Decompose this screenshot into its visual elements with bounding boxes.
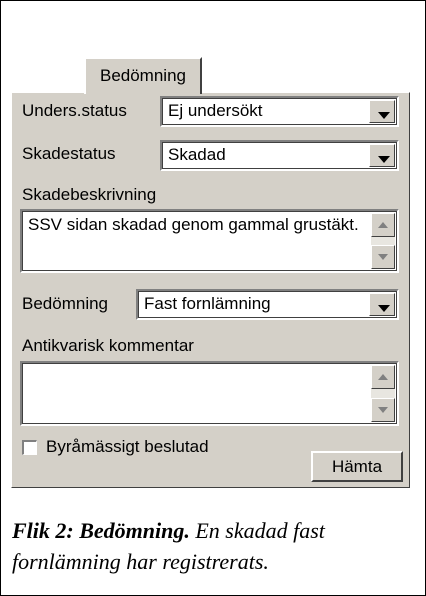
chevron-down-icon[interactable] bbox=[369, 144, 395, 167]
caption-title: Flik 2: Bedömning. bbox=[12, 518, 190, 543]
skadestatus-label: Skadestatus bbox=[22, 144, 116, 163]
scrollbar[interactable] bbox=[371, 213, 395, 269]
skadebeskrivning-label: Skadebeskrivning bbox=[22, 185, 157, 204]
unders-status-select[interactable]: Ej undersökt bbox=[160, 96, 399, 127]
unders-status-value: Ej undersökt bbox=[168, 101, 263, 120]
skadebeskrivning-text: SSV sidan skadad genom gammal grustäkt. bbox=[28, 215, 359, 234]
byramassigt-beslutad-checkbox[interactable] bbox=[22, 440, 37, 455]
skadestatus-select[interactable]: Skadad bbox=[160, 140, 399, 171]
figure-caption: Flik 2: Bedömning. En skadad fast fornlä… bbox=[12, 515, 422, 577]
scroll-up-icon[interactable] bbox=[371, 213, 395, 237]
scrollbar[interactable] bbox=[371, 365, 395, 422]
byramassigt-beslutad-label[interactable]: Byråmässigt beslutad bbox=[46, 437, 209, 457]
antikvarisk-kommentar-textarea[interactable] bbox=[20, 361, 399, 426]
unders-status-label: Unders.status bbox=[22, 101, 127, 120]
scroll-down-icon[interactable] bbox=[371, 245, 395, 269]
hamta-button[interactable]: Hämta bbox=[311, 451, 403, 482]
antikvarisk-kommentar-label: Antikvarisk kommentar bbox=[22, 336, 194, 355]
bedomning-value: Fast fornlämning bbox=[144, 294, 271, 313]
scroll-down-icon[interactable] bbox=[371, 398, 395, 422]
skadestatus-value: Skadad bbox=[168, 145, 226, 164]
scroll-up-icon[interactable] bbox=[371, 365, 395, 389]
chevron-down-icon[interactable] bbox=[369, 100, 395, 123]
bedomning-label: Bedömning bbox=[22, 294, 109, 313]
bedomning-select[interactable]: Fast fornlämning bbox=[136, 289, 399, 320]
chevron-down-icon[interactable] bbox=[369, 293, 395, 316]
tab-bedomning[interactable]: Bedömning bbox=[84, 57, 202, 94]
skadebeskrivning-textarea[interactable]: SSV sidan skadad genom gammal grustäkt. bbox=[20, 209, 399, 273]
